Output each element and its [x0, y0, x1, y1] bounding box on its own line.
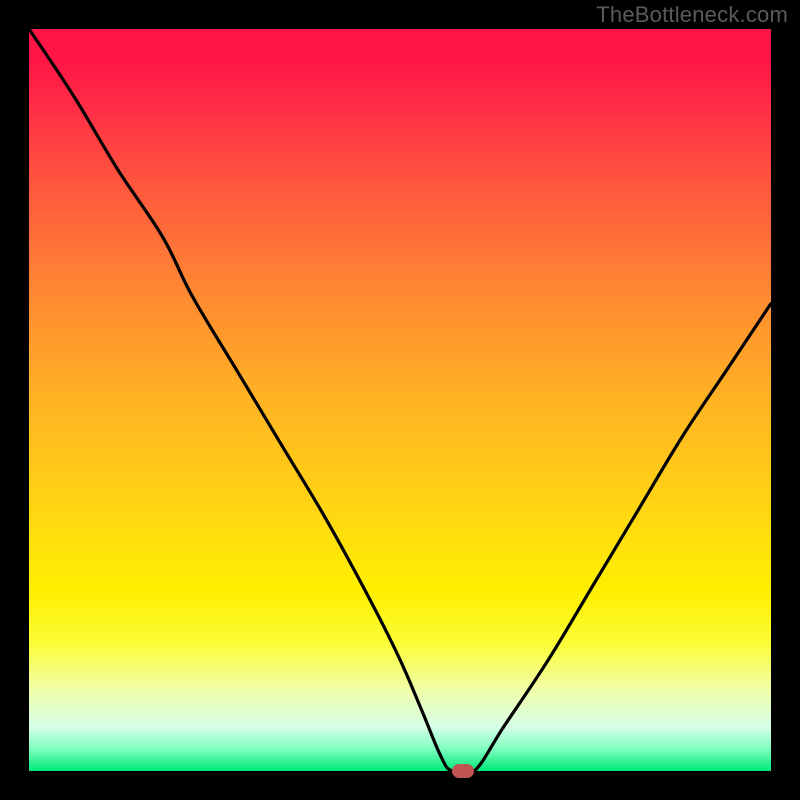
- watermark-text: TheBottleneck.com: [596, 2, 788, 28]
- optimal-marker: [452, 764, 474, 778]
- plot-area: [29, 29, 771, 771]
- chart-frame: TheBottleneck.com: [0, 0, 800, 800]
- bottleneck-curve: [29, 29, 771, 771]
